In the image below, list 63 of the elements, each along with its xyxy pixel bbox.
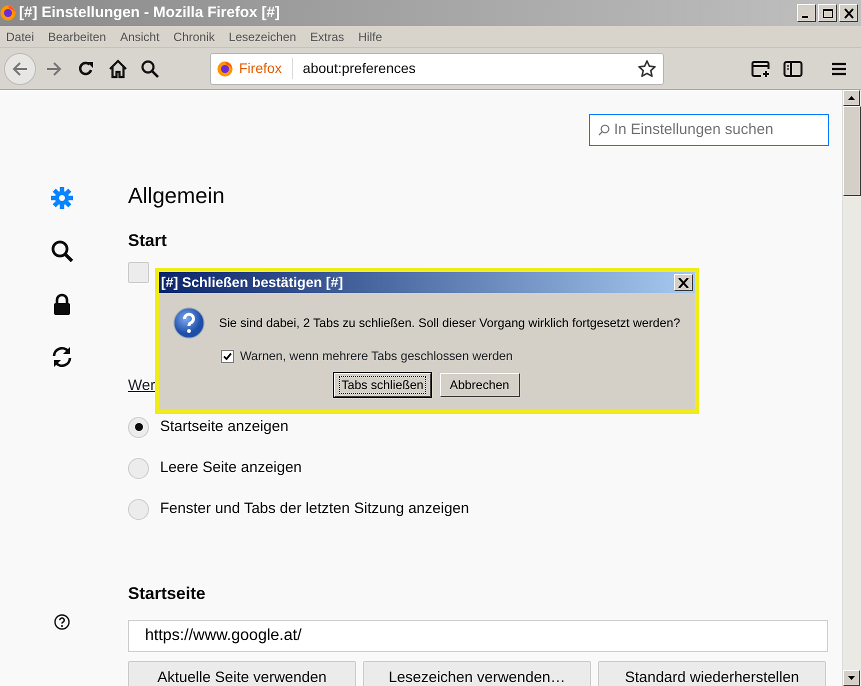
menu-item[interactable]: Extras — [304, 28, 352, 46]
search-input[interactable]: In Einstellungen suchen — [610, 118, 810, 142]
reload-icon — [77, 60, 95, 78]
checkbox[interactable] — [128, 262, 149, 284]
minimize-button[interactable] — [797, 4, 816, 22]
question-icon — [173, 307, 205, 339]
close-icon — [842, 8, 854, 18]
close-button[interactable] — [839, 4, 858, 22]
firefox-logo-icon — [0, 5, 16, 21]
homepage-button[interactable]: Aktuelle Seite verwenden — [128, 661, 356, 686]
back-button[interactable] — [4, 52, 36, 84]
section-heading: Start — [128, 230, 168, 252]
gear-icon — [50, 186, 74, 210]
url-text: about:preferences — [302, 59, 417, 78]
up-arrow-icon — [848, 96, 855, 100]
sync-icon — [50, 344, 74, 368]
search-icon — [50, 238, 74, 262]
page-heading: Allgemein — [128, 182, 226, 210]
radio-option[interactable]: Startseite anzeigen — [128, 406, 831, 448]
section-heading: Startseite — [128, 582, 206, 605]
dialog-button[interactable]: Tabs schließen — [334, 373, 431, 398]
homepage-button[interactable]: Lesezeichen verwenden… — [363, 661, 591, 686]
menu-item[interactable]: Ansicht — [114, 28, 168, 46]
down-arrow-icon — [848, 676, 855, 680]
home-icon — [108, 58, 128, 78]
menu-item[interactable]: Bearbeiten — [42, 28, 114, 46]
new-window-icon — [751, 60, 771, 78]
scroll-down-button[interactable] — [843, 670, 860, 686]
help-icon[interactable] — [54, 614, 70, 630]
menu-item[interactable]: Chronik — [167, 28, 223, 46]
address-bar[interactable]: Firefox about:preferences — [210, 52, 664, 84]
close-button[interactable] — [674, 274, 693, 291]
search-field[interactable]: In Einstellungen suchen — [589, 114, 829, 146]
scroll-up-button[interactable] — [843, 90, 860, 106]
scrollbar[interactable] — [842, 90, 861, 686]
identity-label: Firefox — [239, 58, 293, 79]
maximize-button[interactable] — [818, 4, 837, 22]
checkbox-label[interactable]: Warnen, wenn mehrere Tabs geschlossen werden — [240, 347, 513, 366]
menu-item[interactable]: Datei — [0, 28, 42, 46]
section-label: Wer — [128, 376, 156, 396]
forward-arrow-icon — [45, 60, 63, 78]
menu-item[interactable]: Lesezeichen — [222, 28, 304, 46]
radio-option[interactable]: Fenster und Tabs der letzten Sitzung anzeigen — [128, 488, 831, 530]
sidebar-icon — [783, 60, 803, 78]
firefox-logo-icon — [217, 60, 233, 76]
scroll-thumb[interactable] — [843, 106, 861, 196]
dialog-title: [#] Schließen bestätigen [#] — [161, 273, 344, 292]
homepage-field[interactable]: https://www.google.at/ — [128, 620, 828, 652]
close-icon — [678, 278, 689, 288]
back-arrow-icon — [11, 60, 29, 78]
homepage-button[interactable]: Standard wiederherstellen — [598, 661, 826, 686]
radio-option[interactable]: Leere Seite anzeigen — [128, 448, 831, 489]
menu-icon — [830, 60, 848, 76]
bookmark-star-icon[interactable] — [637, 58, 657, 78]
window-title: [#] Einstellungen - Mozilla Firefox [#] — [19, 2, 280, 23]
menu-item[interactable]: Hilfe — [352, 28, 390, 46]
search-icon — [598, 124, 610, 136]
maximize-icon — [822, 8, 834, 18]
minimize-icon — [802, 16, 808, 18]
dialog-message: Sie sind dabei, 2 Tabs zu schließen. Soll dieser Vorgang wirklich fortgesetzt werden? — [219, 314, 680, 332]
search-icon — [140, 58, 160, 78]
checkbox[interactable] — [221, 350, 234, 363]
dialog-button[interactable]: Abbrechen — [440, 373, 520, 398]
